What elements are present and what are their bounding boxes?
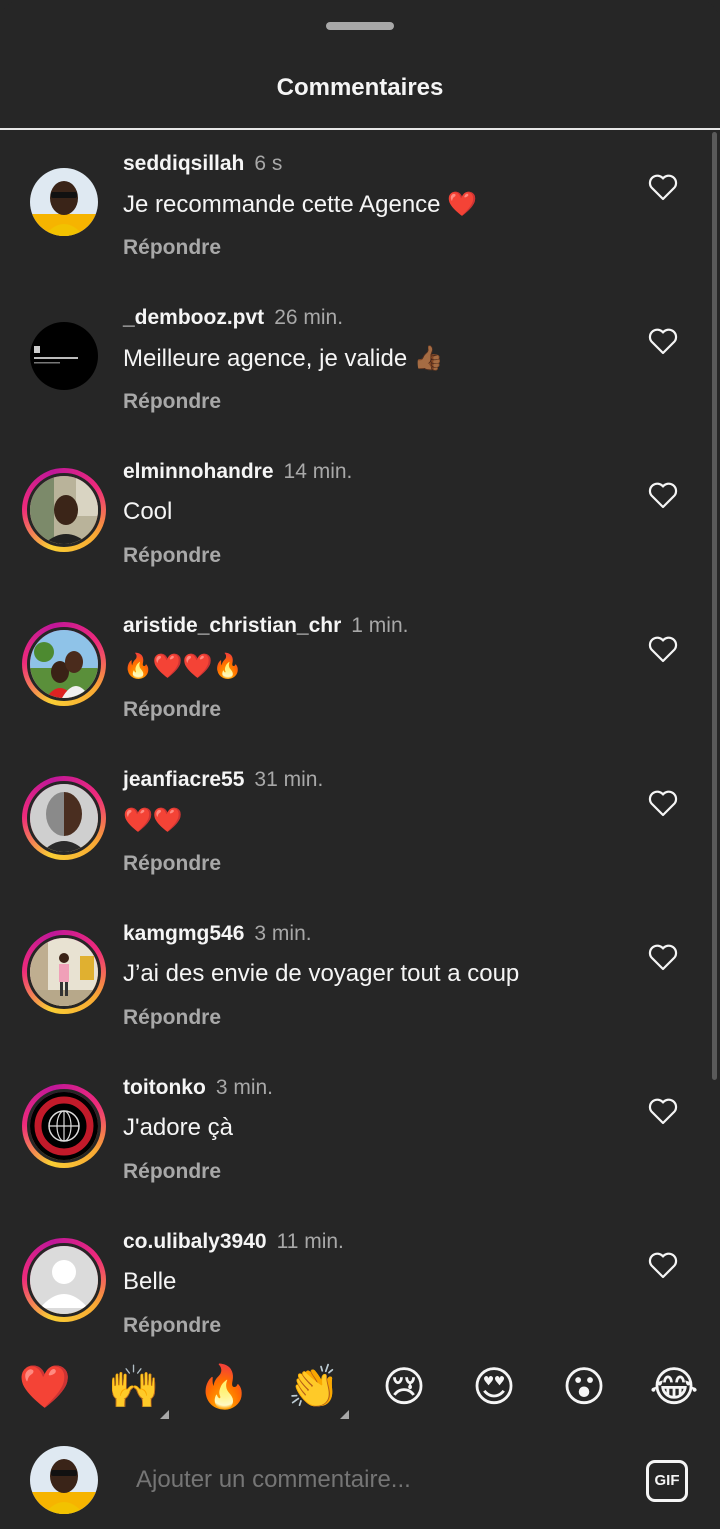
- reply-button[interactable]: Répondre: [123, 236, 221, 260]
- reaction-heart-eyes[interactable]: 😍: [467, 1360, 521, 1414]
- comment-username[interactable]: elminnohandre: [123, 460, 274, 483]
- avatar-story-ring[interactable]: [22, 930, 106, 1014]
- heart-icon[interactable]: [647, 1250, 679, 1280]
- reaction-tears-of-joy[interactable]: 😂: [647, 1360, 701, 1414]
- comment-meta: aristide_christian_chr 1 min.: [123, 614, 408, 640]
- avatar-image: [30, 168, 98, 236]
- comment-username[interactable]: co.ulibaly3940: [123, 1230, 267, 1253]
- skin-tone-indicator-icon: [340, 1410, 349, 1419]
- comment-meta: elminnohandre 14 min.: [123, 460, 352, 486]
- comment-list[interactable]: seddiqsillah 6 s Je recommande cette Agen…: [0, 132, 720, 1340]
- comment-meta: co.ulibaly3940 11 min.: [123, 1230, 344, 1256]
- avatar[interactable]: [22, 160, 106, 244]
- reply-button[interactable]: Répondre: [123, 852, 221, 876]
- avatar-image: [27, 473, 101, 547]
- scrollbar[interactable]: [712, 132, 717, 1080]
- my-avatar: [30, 1446, 98, 1514]
- comment-meta: kamgmg546 3 min.: [123, 922, 312, 948]
- heart-icon[interactable]: [647, 788, 679, 818]
- comment-item: seddiqsillah 6 s Je recommande cette Agen…: [0, 132, 720, 286]
- comment-item: co.ulibaly3940 11 min. Belle Répondre: [0, 1210, 720, 1340]
- comment-time: 11 min.: [276, 1230, 344, 1253]
- heart-icon[interactable]: [647, 942, 679, 972]
- heart-icon[interactable]: [647, 172, 679, 202]
- title-divider: [0, 128, 720, 130]
- comment-text: Je recommande cette Agence ❤️: [123, 191, 478, 218]
- comment-text: Belle: [123, 1268, 177, 1295]
- reply-button[interactable]: Répondre: [123, 1006, 221, 1030]
- avatar-image: [27, 935, 101, 1009]
- comment-time: 1 min.: [351, 614, 409, 637]
- avatar-story-ring[interactable]: [22, 468, 106, 552]
- sheet-title: Commentaires: [276, 74, 444, 101]
- heart-icon[interactable]: [647, 326, 679, 356]
- comment-text: J'adore çà: [123, 1114, 233, 1141]
- reaction-surprised-face[interactable]: 😮: [557, 1360, 611, 1414]
- reaction-crying-face[interactable]: 😢: [377, 1360, 431, 1414]
- avatar-image: [27, 627, 101, 701]
- comment-composer: GIF: [0, 1434, 720, 1529]
- comment-time: 31 min.: [254, 768, 324, 791]
- comment-item: jeanfiacre55 31 min. ❤️❤️ Répondre: [0, 748, 720, 902]
- comment-time: 14 min.: [283, 460, 353, 483]
- avatar-story-ring[interactable]: [22, 622, 106, 706]
- avatar[interactable]: [22, 314, 106, 398]
- skin-tone-indicator-icon: [160, 1410, 169, 1419]
- comment-item: aristide_christian_chr 1 min. 🔥❤️❤️🔥 Répo…: [0, 594, 720, 748]
- comment-meta: _dembooz.pvt 26 min.: [123, 306, 343, 332]
- comment-username[interactable]: kamgmg546: [123, 922, 244, 945]
- comment-item: _dembooz.pvt 26 min. Meilleure agence, je…: [0, 286, 720, 440]
- avatar-story-ring[interactable]: [22, 1084, 106, 1168]
- quick-reaction-bar: ❤️ 🙌 🔥 👏 😢 😍 😮 😂: [0, 1350, 720, 1424]
- reply-button[interactable]: Répondre: [123, 1314, 221, 1338]
- comment-username[interactable]: aristide_christian_chr: [123, 614, 341, 637]
- avatar-story-ring[interactable]: [22, 776, 106, 860]
- comment-item: elminnohandre 14 min. Cool Répondre: [0, 440, 720, 594]
- heart-icon[interactable]: [647, 634, 679, 664]
- reply-button[interactable]: Répondre: [123, 1160, 221, 1184]
- comment-text: Meilleure agence, je valide 👍🏾: [123, 345, 444, 372]
- comment-text: J’ai des envie de voyager tout a coup: [123, 960, 520, 987]
- avatar-image: [27, 1089, 101, 1163]
- comment-username[interactable]: seddiqsillah: [123, 152, 244, 175]
- reaction-raised-hands[interactable]: 🙌: [107, 1360, 161, 1414]
- sheet-drag-handle[interactable]: [326, 22, 394, 30]
- comment-username[interactable]: jeanfiacre55: [123, 768, 244, 791]
- reaction-heart[interactable]: ❤️: [18, 1360, 72, 1414]
- comment-item: toitonko 3 min. J'adore çà Répondre: [0, 1056, 720, 1210]
- comment-meta: seddiqsillah 6 s: [123, 152, 282, 178]
- heart-icon[interactable]: [647, 480, 679, 510]
- gif-button[interactable]: GIF: [646, 1460, 688, 1502]
- comment-input[interactable]: [136, 1466, 616, 1494]
- comment-meta: jeanfiacre55 31 min.: [123, 768, 323, 794]
- heart-icon[interactable]: [647, 1096, 679, 1126]
- reaction-fire[interactable]: 🔥: [197, 1360, 251, 1414]
- avatar-story-ring[interactable]: [22, 1238, 106, 1322]
- comment-time: 26 min.: [274, 306, 344, 329]
- comment-text: Cool: [123, 498, 173, 525]
- reply-button[interactable]: Répondre: [123, 390, 221, 414]
- avatar-image: [27, 781, 101, 855]
- comments-sheet: Commentaires seddiqsillah 6 s Je recomman…: [0, 0, 720, 1529]
- comment-text: 🔥❤️❤️🔥: [123, 653, 243, 680]
- comment-time: 3 min.: [215, 1076, 273, 1099]
- comment-username[interactable]: _dembooz.pvt: [123, 306, 264, 329]
- comment-item: kamgmg546 3 min. J’ai des envie de voyage…: [0, 902, 720, 1056]
- comment-text: ❤️❤️: [123, 807, 183, 834]
- avatar-image: [27, 1243, 101, 1317]
- comment-time: 3 min.: [254, 922, 312, 945]
- comment-username[interactable]: toitonko: [123, 1076, 206, 1099]
- comment-meta: toitonko 3 min.: [123, 1076, 273, 1102]
- avatar-image: [30, 322, 98, 390]
- reaction-clapping-hands[interactable]: 👏: [287, 1360, 341, 1414]
- comment-time: 6 s: [254, 152, 283, 175]
- reply-button[interactable]: Répondre: [123, 544, 221, 568]
- reply-button[interactable]: Répondre: [123, 698, 221, 722]
